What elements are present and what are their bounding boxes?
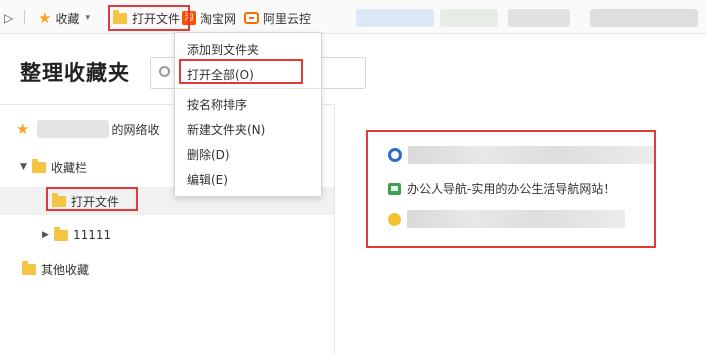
aliyun-icon <box>244 12 259 24</box>
tree-item-favorites-bar[interactable]: ▼ 收藏栏 <box>20 153 87 181</box>
folder-context-menu: 添加到文件夹 打开全部(O) 按名称排序 新建文件夹(N) 删除(D) 编辑(E… <box>174 32 323 197</box>
blurred-bookmark[interactable] <box>508 9 570 27</box>
blurred-bookmark[interactable] <box>440 9 498 27</box>
bookmark-row[interactable] <box>388 210 625 228</box>
pane-divider <box>334 104 335 354</box>
tree-item-label: 打开文件 <box>71 194 120 209</box>
page-title: 整理收藏夹 <box>20 61 130 85</box>
account-row[interactable]: ★ 的网络收 <box>16 115 159 143</box>
bookmark-row[interactable]: 办公人导航-实用的办公生活导航网站！ <box>388 180 615 197</box>
bookmark-aliyun-label: 阿里云控 <box>263 11 312 26</box>
folder-icon <box>32 158 46 173</box>
tree-item-label: 收藏栏 <box>51 160 88 175</box>
chevron-down-icon: ▾ <box>85 13 90 23</box>
yellow-icon <box>388 212 401 226</box>
taobao-icon: 淘 <box>182 11 196 25</box>
bookmark-folder-open-file[interactable]: 打开文件 <box>113 9 180 27</box>
bookmark-row[interactable] <box>388 146 656 164</box>
menu-separator <box>175 88 323 89</box>
favorites-label: 收藏 <box>55 11 80 26</box>
tree-item-label: 11111 <box>73 228 112 242</box>
folder-icon <box>113 9 127 24</box>
blurred-bookmark-title <box>408 146 656 164</box>
bookmarks-bar: ▷ ★ 收藏 ▾ 打开文件 淘 淘宝网 阿里云控 <box>0 0 706 34</box>
search-icon <box>159 66 170 77</box>
menu-item-sort-by-name[interactable]: 按名称排序 <box>175 92 323 116</box>
collapse-caret-icon: ▶ <box>42 230 49 240</box>
bookmark-title: 办公人导航-实用的办公生活导航网站！ <box>407 182 616 196</box>
menu-item-open-all[interactable]: 打开全部(O) <box>175 62 323 86</box>
menu-item-edit[interactable]: 编辑(E) <box>175 167 323 191</box>
tree-item-11111[interactable]: ▶ 11111 <box>42 221 111 249</box>
menu-item-new-folder[interactable]: 新建文件夹(N) <box>175 117 323 141</box>
star-icon: ★ <box>16 119 30 138</box>
overflow-icon[interactable]: ▷ <box>4 11 13 25</box>
tree-item-other-favorites[interactable]: 其他收藏 <box>22 255 89 283</box>
bookmark-folder-label: 打开文件 <box>132 11 181 26</box>
menu-item-delete[interactable]: 删除(D) <box>175 142 323 166</box>
folder-icon <box>52 192 66 207</box>
favorites-menu-button[interactable]: ★ 收藏 ▾ <box>38 9 90 27</box>
blurred-bookmark-title <box>407 210 625 228</box>
account-suffix: 的网络收 <box>111 122 160 137</box>
menu-item-add-to-folder[interactable]: 添加到文件夹 <box>175 37 323 61</box>
blurred-account-name <box>37 120 110 138</box>
bookmark-taobao[interactable]: 淘 淘宝网 <box>182 9 236 27</box>
blurred-bookmark[interactable] <box>590 9 698 27</box>
q-icon <box>388 148 402 162</box>
blurred-bookmark[interactable] <box>356 9 434 27</box>
monitor-icon <box>388 182 401 195</box>
folder-icon <box>22 260 36 275</box>
bookmark-taobao-label: 淘宝网 <box>200 11 237 26</box>
folder-icon <box>54 226 68 241</box>
expand-caret-icon: ▼ <box>20 162 27 172</box>
bookmark-aliyun[interactable]: 阿里云控 <box>244 9 311 27</box>
bar-divider <box>24 10 25 24</box>
star-icon: ★ <box>38 8 52 27</box>
tree-item-label: 其他收藏 <box>41 262 90 277</box>
